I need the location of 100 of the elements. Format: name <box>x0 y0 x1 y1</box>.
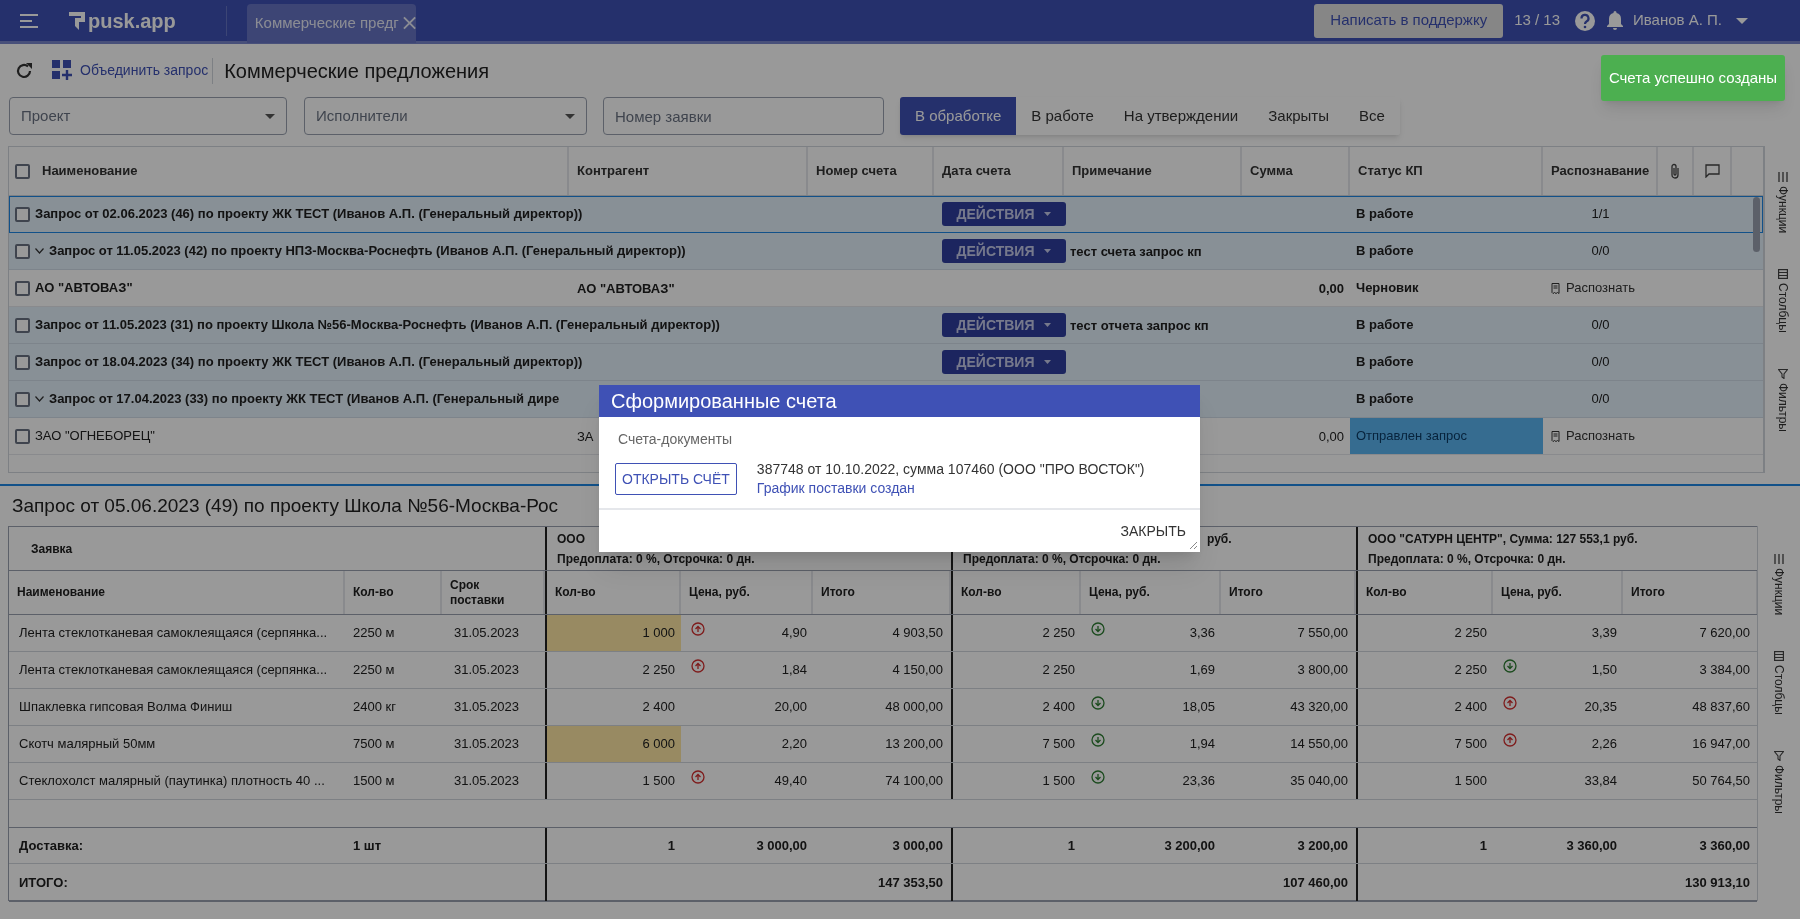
caret-icon <box>1044 249 1052 253</box>
open-invoice-button[interactable]: ОТКРЫТЬ СЧЁТ <box>615 463 737 495</box>
bell-icon[interactable] <box>1606 10 1624 31</box>
table-cell-text: 16 947,00 <box>1692 735 1750 754</box>
actions-button[interactable]: ДЕЙСТВИЯ <box>942 239 1066 263</box>
status-text: В работе <box>1356 390 1414 409</box>
status-tab[interactable]: Закрыты <box>1253 97 1344 135</box>
schedule-link[interactable]: График поставки создан <box>756 479 915 498</box>
column-header: Кол-во <box>353 585 394 600</box>
table-row[interactable]: Запрос от 11.05.2023 (31) по проекту Школа №56-Москва-Роснефть (Иванов А.П. (Генеральный директор)) ДЕЙСТВИЯ тест отчета запрос кп В работе 0/0 <box>9 307 1763 344</box>
side-panel-tab[interactable]: Функции <box>1770 554 1788 616</box>
columns-icon <box>1777 269 1788 280</box>
table-cell-text: 7 620,00 <box>1699 624 1750 643</box>
help-icon[interactable] <box>1574 9 1596 32</box>
status-tab[interactable]: На утверждении <box>1108 97 1254 135</box>
caret-icon[interactable] <box>1736 17 1748 24</box>
checkbox[interactable] <box>15 354 30 370</box>
refresh-icon[interactable] <box>15 61 33 80</box>
table-cell-text: 7500 м <box>353 735 395 754</box>
table-cell-text: 2 400 <box>642 698 675 717</box>
menu-icon[interactable] <box>20 13 38 28</box>
table-cell-text: Лента стеклотканевая самоклеящаяся (серпянка... <box>19 661 328 680</box>
table-cell-text: Доставка: <box>19 836 84 855</box>
recognition-count: 1/1 <box>1591 205 1610 224</box>
supplier-terms: Предоплата: 0 %, Отсрочка: 0 дн. <box>963 550 1162 568</box>
checkbox[interactable] <box>15 206 30 222</box>
status-text: Черновик <box>1356 279 1419 298</box>
row-title: Запрос от 11.05.2023 (31) по проекту Школа №56-Москва-Роснефть (Иванов А.П. (Генеральный директор)) <box>35 316 720 335</box>
side-panel-tab[interactable]: Столбцы <box>1773 269 1792 334</box>
actions-button[interactable]: ДЕЙСТВИЯ <box>942 313 1066 337</box>
close-button[interactable]: ЗАКРЫТЬ <box>1120 520 1186 542</box>
recognize-link[interactable]: Распознать <box>1551 426 1635 446</box>
table-cell-text: 2 400 <box>1042 698 1075 717</box>
table-cell-text: 7 500 <box>1454 735 1487 754</box>
table-cell-text: 31.05.2023 <box>454 772 520 791</box>
row-title: Запрос от 02.06.2023 (46) по проекту ЖК ТЕСТ (Иванов А.П. (Генеральный директор)) <box>35 205 583 224</box>
table-row[interactable]: Запрос от 02.06.2023 (46) по проекту ЖК ТЕСТ (Иванов А.П. (Генеральный директор)) ДЕЙСТВИЯ В работе 1/1 <box>9 196 1763 233</box>
table-row[interactable]: Запрос от 18.04.2023 (34) по проекту ЖК ТЕСТ (Иванов А.П. (Генеральный директор)) ДЕЙСТВИЯ В работе 0/0 <box>9 344 1763 381</box>
checkbox[interactable] <box>15 428 30 444</box>
group-header: Заявка <box>31 540 73 558</box>
row-title: Запрос от 18.04.2023 (34) по проекту ЖК ТЕСТ (Иванов А.П. (Генеральный директор)) <box>35 353 583 372</box>
support-button[interactable]: Написать в поддержку <box>1314 3 1504 38</box>
table-cell-text: 23,36 <box>1182 772 1215 791</box>
table-cell-text: 2 250 <box>1042 624 1075 643</box>
scrollbar-thumb <box>1753 197 1760 252</box>
table-cell-text: 1 шт <box>353 836 382 855</box>
side-panel-tab[interactable]: Фильтры <box>1770 751 1788 815</box>
paperclip-icon <box>1670 163 1680 179</box>
checkbox[interactable] <box>15 317 30 333</box>
column-header: Итого <box>821 585 855 600</box>
table-cell-text: ИТОГО: <box>19 873 68 892</box>
resize-grip-icon[interactable] <box>1189 541 1198 550</box>
table-cell-text: 50 764,50 <box>1692 772 1750 791</box>
status-tab[interactable]: В обработке <box>900 97 1017 135</box>
merge-request-link[interactable]: Объединить запрос <box>80 60 209 81</box>
actions-button[interactable]: ДЕЙСТВИЯ <box>942 350 1066 374</box>
note-text: тест счета запрос кп <box>1070 244 1202 259</box>
note-text: тест отчета запрос кп <box>1070 318 1209 333</box>
table-cell-text: 18,05 <box>1182 698 1215 717</box>
row-title: Запрос от 17.04.2023 (33) по проекту ЖК ТЕСТ (Иванов А.П. (Генеральный дире <box>49 390 560 409</box>
checkbox[interactable] <box>15 280 30 296</box>
column-header: Распознавание <box>1551 162 1650 181</box>
side-panel-tab[interactable]: Функции <box>1773 172 1792 234</box>
table-cell-text: 31.05.2023 <box>454 661 520 680</box>
column-header: Итого <box>1631 585 1665 600</box>
close-icon[interactable] <box>402 16 416 30</box>
dropdown-field[interactable]: Исполнители <box>304 97 587 135</box>
status-tab[interactable]: В работе <box>1016 97 1109 135</box>
column-header: Номер счета <box>816 162 897 181</box>
recognition-count: 0/0 <box>1591 390 1610 409</box>
row-title: ЗАО "ОГНЕБОРЕЦ" <box>35 427 155 446</box>
recognize-link[interactable]: Распознать <box>1551 278 1635 298</box>
input-field[interactable]: Номер заявки <box>603 97 884 135</box>
status-tab[interactable]: Все <box>1344 97 1400 135</box>
table-cell-text: 2 250 <box>1454 624 1487 643</box>
chevron-icon[interactable] <box>35 396 44 402</box>
grid-add-icon[interactable] <box>52 60 73 81</box>
chevron-icon[interactable] <box>35 248 44 254</box>
filter-icon <box>1774 751 1784 762</box>
section-title: Запрос от 05.06.2023 (49) по проекту Школа №56-Москва-Рос <box>12 493 559 518</box>
table-cell-text: 1 <box>667 836 675 855</box>
table-cell-text: Шпаклевка гипсовая Волма Финиш <box>19 698 233 717</box>
user-name[interactable]: Иванов А. П. <box>1633 9 1722 32</box>
table-cell-text: 74 100,00 <box>885 772 943 791</box>
checkbox[interactable] <box>15 163 30 179</box>
table-row[interactable]: Запрос от 11.05.2023 (42) по проекту НПЗ-Москва-Роснефть (Иванов А.П. (Генеральный директор)) ДЕЙСТВИЯ тест счета запрос кп В работе 0/0 <box>9 233 1763 270</box>
side-panel-tab[interactable]: Фильтры <box>1773 369 1792 433</box>
table-cell-text: 43 320,00 <box>1290 698 1348 717</box>
table-cell-text: 48 000,00 <box>885 698 943 717</box>
checkbox[interactable] <box>15 243 30 259</box>
filter-icon <box>1777 369 1788 380</box>
dropdown-field[interactable]: Проект <box>9 97 287 135</box>
table-cell-text: 2 250 <box>1042 661 1075 680</box>
table-cell-text: 33,84 <box>1584 772 1617 791</box>
table-cell-text: 3 200,00 <box>1297 836 1348 855</box>
recognition-count: 0/0 <box>1591 353 1610 372</box>
side-panel-tab[interactable]: Столбцы <box>1770 651 1788 716</box>
checkbox[interactable] <box>15 391 30 407</box>
supplier-title: ООО "САТУРН ЦЕНТР", Сумма: 127 553,1 руб. <box>1368 530 1639 548</box>
actions-button[interactable]: ДЕЙСТВИЯ <box>942 202 1066 226</box>
